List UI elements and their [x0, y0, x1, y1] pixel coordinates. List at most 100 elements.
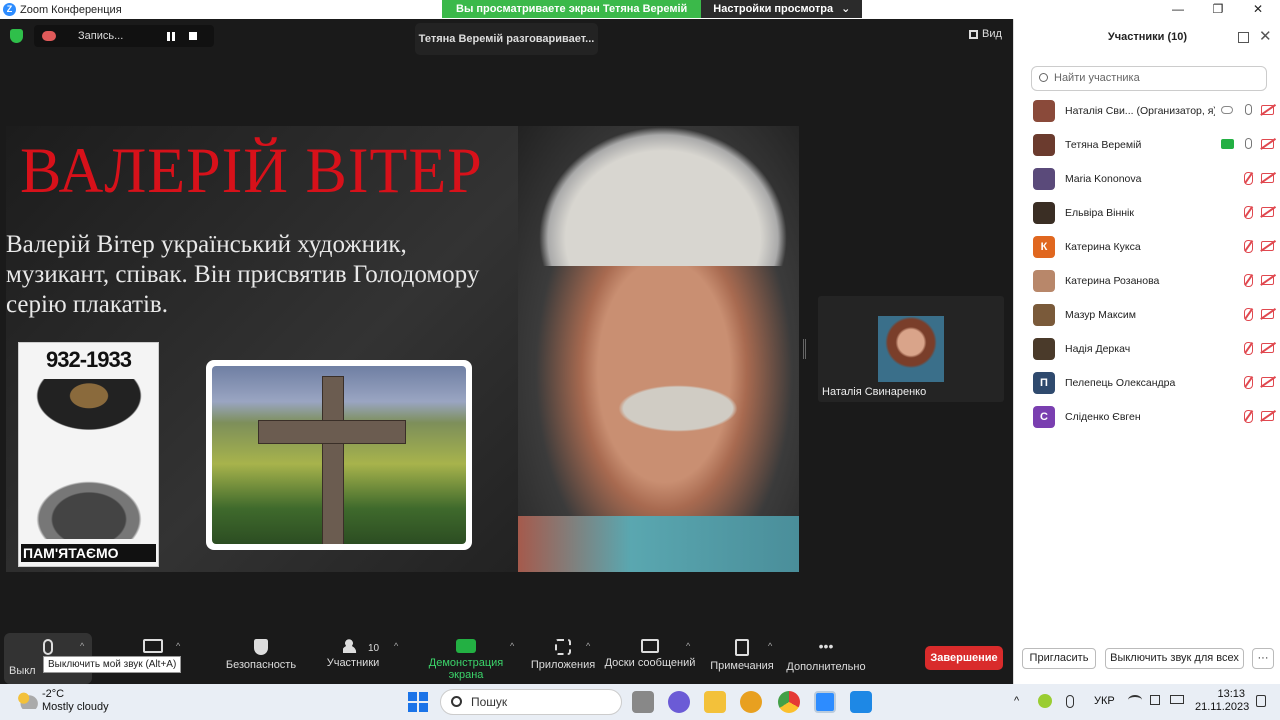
participant-row[interactable]: Мазур Максим [1014, 298, 1280, 332]
participant-name: Катерина Кукса [1065, 241, 1141, 253]
avatar: К [1033, 236, 1055, 258]
video-off-icon [1261, 343, 1274, 353]
holodomor-poster-image: 932-1933 ПАМ'ЯТАЄМО [18, 342, 159, 567]
pop-out-icon[interactable] [1238, 32, 1249, 43]
close-window-button[interactable]: ✕ [1238, 0, 1278, 19]
meeting-area: Запись... Тетяна Веремій разговаривает..… [0, 19, 1013, 684]
chevron-down-icon: ⌄ [841, 3, 851, 15]
avatar: С [1033, 406, 1055, 428]
avatar [1033, 202, 1055, 224]
participant-status-icons [1215, 172, 1275, 186]
share-caret[interactable]: ^ [510, 641, 514, 651]
chrome-icon[interactable] [778, 691, 800, 713]
battery-icon[interactable] [1170, 695, 1184, 704]
avatar [1033, 134, 1055, 156]
maximize-button[interactable]: ❐ [1198, 0, 1238, 19]
participants-button[interactable]: 10 Участники ^ [320, 633, 398, 684]
weather-icon[interactable] [16, 691, 38, 709]
video-thumbnail-name: Наталія Свинаренко [822, 386, 927, 398]
app-icon[interactable] [740, 691, 762, 713]
tray-mic-icon[interactable] [1066, 695, 1074, 708]
participant-row[interactable]: Катерина Розанова [1014, 264, 1280, 298]
video-off-icon [143, 639, 163, 653]
participant-name: Катерина Розанова [1065, 275, 1160, 287]
mic-muted-icon [1243, 308, 1253, 321]
system-clock[interactable]: 13:13 21.11.2023 [1195, 688, 1250, 714]
avatar [1033, 338, 1055, 360]
active-speaker-label: Тетяна Веремій разговаривает... [415, 23, 598, 55]
wifi-icon[interactable] [1128, 695, 1142, 705]
participant-status-icons [1215, 274, 1275, 288]
mute-all-button[interactable]: Выключить звук для всех [1105, 648, 1244, 669]
chat-icon[interactable] [668, 691, 690, 713]
invite-button[interactable]: Пригласить [1022, 648, 1096, 669]
video-off-icon [1261, 207, 1274, 217]
participant-name: Надія Деркач [1065, 343, 1131, 355]
participant-name: Ельвіра Віннік [1065, 207, 1134, 219]
notifications-icon[interactable] [1256, 695, 1266, 707]
participant-name: Пелепець Олександра [1065, 377, 1176, 389]
participants-caret[interactable]: ^ [394, 641, 398, 651]
file-explorer-icon[interactable] [704, 691, 726, 713]
avatar [1033, 270, 1055, 292]
mic-options-caret[interactable]: ^ [80, 641, 84, 651]
whiteboards-caret[interactable]: ^ [686, 641, 690, 651]
clock-date: 21.11.2023 [1195, 701, 1250, 713]
start-button[interactable] [408, 692, 428, 712]
volume-icon[interactable] [1150, 695, 1160, 705]
end-meeting-button[interactable]: Завершение [925, 646, 1003, 670]
participant-row[interactable]: Ельвіра Віннік [1014, 196, 1280, 230]
notes-caret[interactable]: ^ [768, 641, 772, 651]
participant-search-input[interactable]: Найти участника [1031, 66, 1267, 91]
task-view-icon[interactable] [632, 691, 654, 713]
whiteboard-icon [641, 639, 659, 653]
video-thumbnail[interactable]: Наталія Свинаренко [818, 296, 1004, 402]
security-label: Безопасность [225, 659, 297, 671]
tray-overflow-icon[interactable]: ^ [1014, 695, 1019, 707]
view-button[interactable]: Вид [969, 28, 1002, 40]
apps-caret[interactable]: ^ [586, 641, 590, 651]
view-settings-button[interactable]: Настройки просмотра ⌄ [701, 0, 863, 18]
close-panel-icon[interactable]: ✕ [1259, 27, 1272, 45]
video-off-icon [1261, 241, 1274, 251]
participant-row[interactable]: С Сліденко Євген [1014, 400, 1280, 434]
cloud-record-icon [42, 31, 56, 41]
more-button[interactable]: ••• Дополнительно [786, 633, 866, 684]
notes-icon [735, 639, 749, 656]
share-screen-label: Демонстрация экрана [428, 657, 504, 681]
participant-row[interactable]: К Катерина Кукса [1014, 230, 1280, 264]
notes-button[interactable]: Примечания ^ [706, 633, 778, 684]
mute-label: Выкл [9, 665, 36, 677]
grid-icon [969, 29, 978, 39]
panel-more-button[interactable]: ··· [1252, 648, 1274, 669]
cloud-icon [1221, 106, 1233, 114]
share-screen-button[interactable]: Демонстрация экрана ^ [410, 633, 522, 684]
weather-widget[interactable]: -2°C Mostly cloudy [42, 688, 109, 714]
participant-row[interactable]: Maria Kononova [1014, 162, 1280, 196]
participant-row[interactable]: П Пелепець Олександра [1014, 366, 1280, 400]
video-options-caret[interactable]: ^ [176, 641, 180, 651]
shield-icon[interactable] [10, 29, 23, 43]
security-button[interactable]: Безопасность [222, 633, 300, 684]
language-indicator[interactable]: УКР [1094, 695, 1115, 707]
participant-row[interactable]: Надія Деркач [1014, 332, 1280, 366]
minimize-button[interactable]: — [1158, 0, 1198, 19]
photos-icon[interactable] [850, 691, 872, 713]
whiteboards-button[interactable]: Доски сообщений ^ [604, 633, 696, 684]
mic-muted-icon [1243, 172, 1253, 185]
participant-row[interactable]: Наталія Сви... (Организатор, я) [1014, 94, 1280, 128]
mic-muted-icon [1243, 274, 1253, 287]
split-drag-handle[interactable] [803, 339, 806, 359]
video-off-icon [1261, 139, 1274, 149]
apps-icon [555, 639, 571, 655]
tray-app-icon[interactable] [1038, 694, 1052, 708]
zoom-taskbar-icon[interactable] [814, 691, 836, 713]
apps-button[interactable]: Приложения ^ [530, 633, 596, 684]
whiteboards-label: Доски сообщений [604, 657, 696, 669]
participant-row[interactable]: Тетяна Веремій [1014, 128, 1280, 162]
taskbar-search[interactable]: Пошук [440, 689, 622, 715]
pause-recording-icon[interactable] [167, 31, 176, 41]
stop-recording-icon[interactable] [189, 32, 198, 40]
participant-status-icons [1215, 410, 1275, 424]
video-off-icon [1261, 309, 1274, 319]
